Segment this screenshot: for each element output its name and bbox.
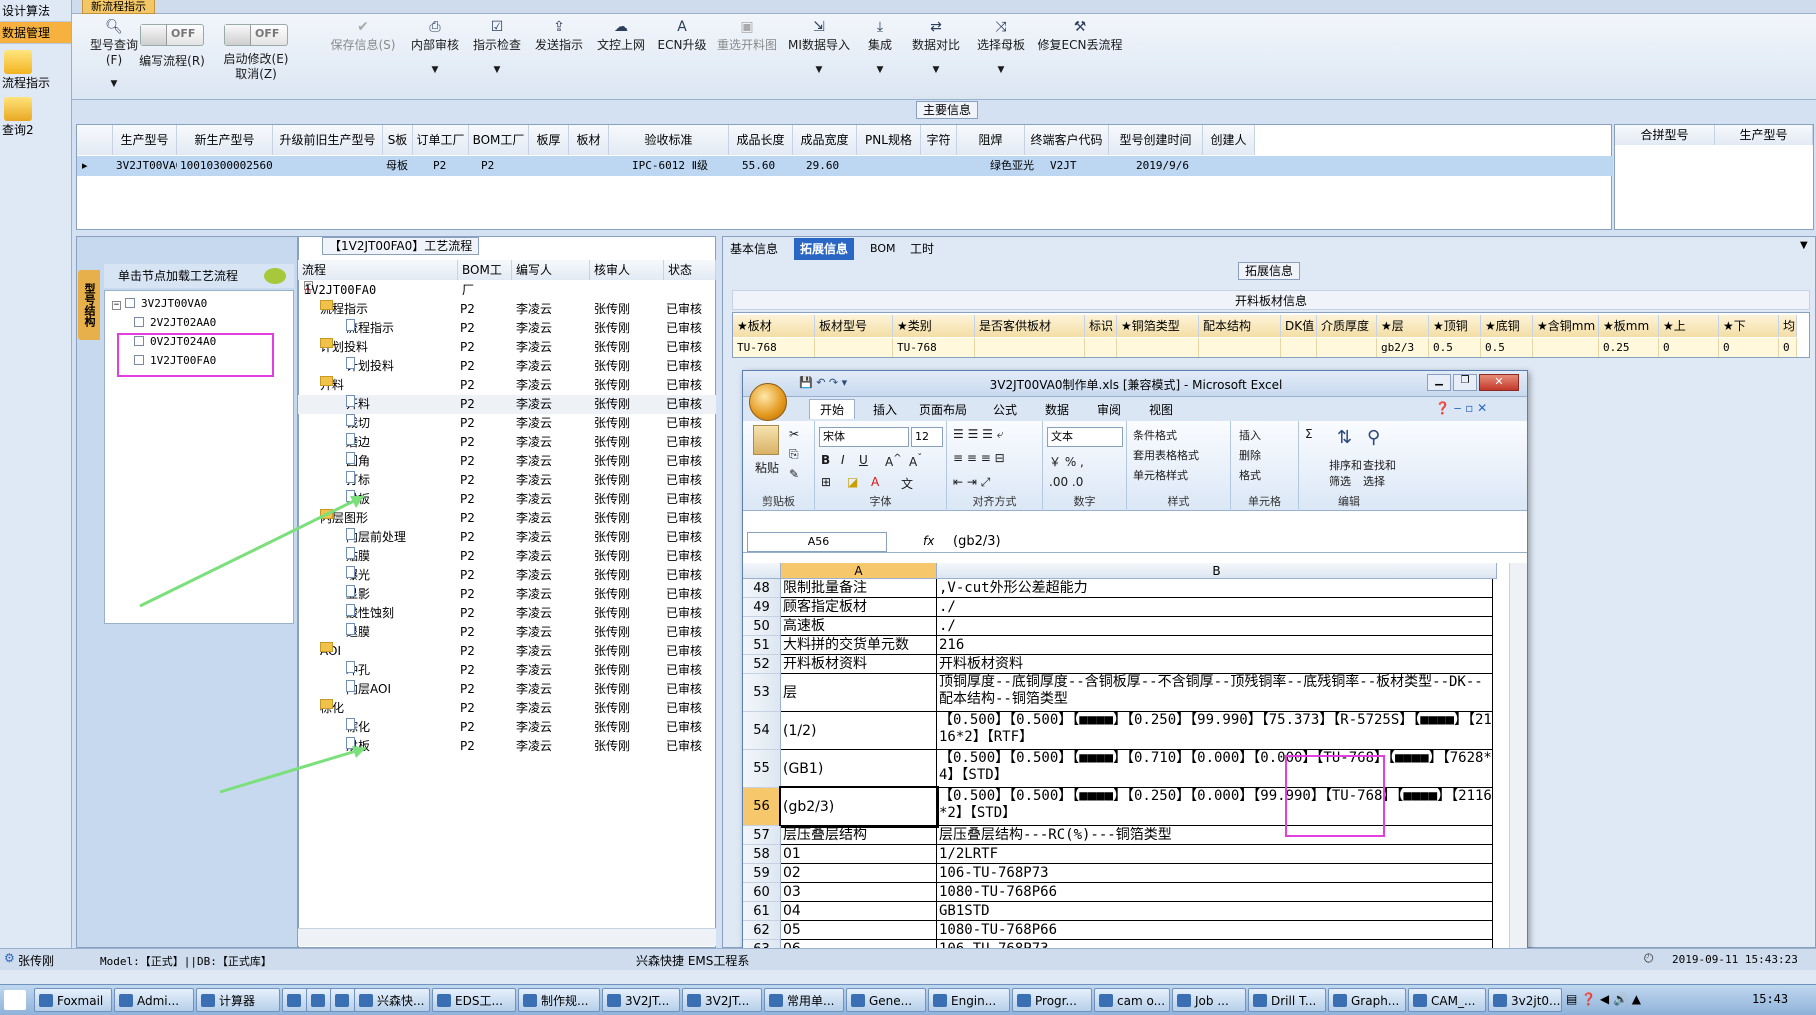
taskbar-item-label: Foxmail bbox=[57, 994, 104, 1008]
taskbar-item-label: 制作规... bbox=[541, 994, 589, 1008]
annotation-arrows bbox=[139, 494, 367, 794]
app-icon bbox=[1413, 994, 1427, 1007]
taskbar-item[interactable]: Drill T... bbox=[1248, 988, 1326, 1012]
taskbar-item[interactable]: 兴森快... bbox=[354, 988, 430, 1012]
taskbar-clock[interactable]: 15:43 bbox=[1752, 992, 1788, 1006]
taskbar-item-label: 计算器 bbox=[219, 994, 256, 1008]
taskbar-item[interactable]: CAM_... bbox=[1408, 988, 1486, 1012]
app-icon bbox=[119, 994, 133, 1007]
taskbar-item[interactable]: 3v2jt0... bbox=[1488, 988, 1562, 1012]
taskbar-item[interactable]: 3V2JT... bbox=[602, 988, 680, 1012]
app-icon bbox=[1017, 994, 1031, 1007]
taskbar-item-label: 兴森快... bbox=[377, 994, 425, 1008]
app-icon bbox=[523, 994, 537, 1007]
taskbar-item[interactable]: Gene... bbox=[846, 988, 926, 1012]
status-datetime: 2019-09-11 15:43:23 bbox=[1672, 953, 1798, 966]
app-icon bbox=[1333, 994, 1347, 1007]
taskbar-item[interactable]: Job ... bbox=[1172, 988, 1246, 1012]
taskbar-item[interactable]: Graph... bbox=[1328, 988, 1406, 1012]
taskbar-item-label: 3V2JT... bbox=[705, 994, 750, 1008]
app-icon bbox=[335, 994, 349, 1007]
taskbar-item-label: EDS工... bbox=[455, 994, 503, 1008]
app-icon bbox=[1177, 994, 1191, 1007]
status-strip bbox=[0, 970, 1816, 984]
app-icon bbox=[851, 994, 865, 1007]
tray-icons[interactable]: ▤ ❓ ◀ 🔊 ▲ bbox=[1566, 992, 1641, 1006]
app-icon bbox=[1253, 994, 1267, 1007]
taskbar-item[interactable]: Foxmail bbox=[34, 988, 112, 1012]
taskbar-item[interactable]: Admi... bbox=[114, 988, 194, 1012]
taskbar-item[interactable]: cam o... bbox=[1094, 988, 1170, 1012]
app-icon bbox=[607, 994, 621, 1007]
taskbar-item[interactable]: 计算器 bbox=[196, 988, 280, 1012]
taskbar-item-label: Engin... bbox=[951, 994, 997, 1008]
arrow bbox=[219, 746, 367, 794]
status-bar: ⚙ 张传刚 Model:【正式】||DB:【正式库】 兴森快捷 EMS工程系 🕘… bbox=[0, 948, 1816, 970]
taskbar-item[interactable]: Progr... bbox=[1012, 988, 1092, 1012]
user-icon: ⚙ bbox=[4, 951, 15, 965]
taskbar-item-label: Gene... bbox=[869, 994, 913, 1008]
taskbar-item-label: 常用单... bbox=[787, 994, 835, 1008]
app-icon bbox=[1493, 994, 1507, 1007]
start-button[interactable] bbox=[4, 990, 26, 1010]
app-icon bbox=[769, 994, 783, 1007]
app-icon bbox=[311, 994, 325, 1007]
taskbar-item-label: Admi... bbox=[137, 994, 180, 1008]
taskbar-item[interactable]: EDS工... bbox=[432, 988, 516, 1012]
taskbar-item[interactable]: 3V2JT... bbox=[682, 988, 762, 1012]
taskbar-item-label: Progr... bbox=[1035, 994, 1077, 1008]
status-model: Model:【正式】||DB:【正式库】 bbox=[100, 955, 272, 968]
app-icon bbox=[437, 994, 451, 1007]
status-user: 张传刚 bbox=[18, 954, 55, 968]
app-icon bbox=[39, 994, 53, 1007]
taskbar-item-label: cam o... bbox=[1117, 994, 1166, 1008]
taskbar-item[interactable]: 制作规... bbox=[518, 988, 600, 1012]
app-icon bbox=[201, 994, 215, 1007]
arrow bbox=[139, 494, 365, 608]
taskbar-item[interactable]: Engin... bbox=[928, 988, 1010, 1012]
app-icon bbox=[933, 994, 947, 1007]
windows-taskbar: Foxmail Admi... 计算器 兴森快... EDS工... 制作规... 3V2J… bbox=[0, 984, 1816, 1015]
taskbar-item-label: 3v2jt0... bbox=[1511, 994, 1561, 1008]
app-icon bbox=[287, 994, 301, 1007]
status-company: 兴森快捷 EMS工程系 bbox=[636, 954, 750, 968]
taskbar-item[interactable]: 常用单... bbox=[764, 988, 844, 1012]
taskbar-item-label: Job ... bbox=[1195, 994, 1229, 1008]
taskbar-item-label: Graph... bbox=[1351, 994, 1400, 1008]
taskbar-item-label: CAM_... bbox=[1431, 994, 1476, 1008]
app-icon bbox=[687, 994, 701, 1007]
taskbar-item-label: 3V2JT... bbox=[625, 994, 670, 1008]
clock-icon: 🕘︎ bbox=[1644, 951, 1654, 965]
taskbar-item-label: Drill T... bbox=[1271, 994, 1317, 1008]
app-icon bbox=[1099, 994, 1113, 1007]
app-icon bbox=[359, 994, 373, 1007]
